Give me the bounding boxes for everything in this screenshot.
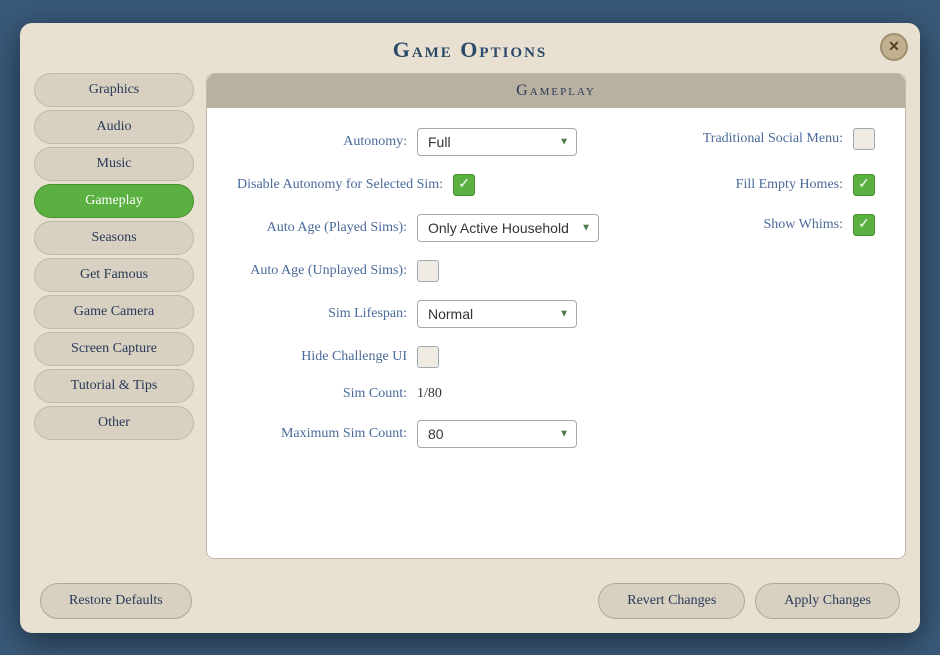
auto-age-played-select[interactable]: Only Active Household All Off [417,214,599,242]
hide-challenge-row: Hide Challenge UI [237,346,875,368]
traditional-social-label: Traditional Social Menu: [703,131,843,147]
disable-autonomy-checkbox[interactable]: ✓ [453,174,475,196]
show-whims-label: Show Whims: [764,217,843,233]
restore-defaults-button[interactable]: Restore Defaults [40,583,192,619]
col-left-disable: Disable Autonomy for Selected Sim: ✓ [237,174,635,196]
sim-lifespan-row: Sim Lifespan: Short Normal Long Epic [237,300,875,328]
col-right-fill: Fill Empty Homes: ✓ [635,174,875,196]
disable-autonomy-row: Disable Autonomy for Selected Sim: ✓ [237,174,635,196]
sim-count-value: 1/80 [417,386,442,402]
max-sim-count-select-wrapper: 10 20 40 80 100 150 200 [417,420,577,448]
footer-right: Revert Changes Apply Changes [598,583,900,619]
autonomy-select-wrapper: Full High Normal Low Off [417,128,577,156]
sidebar-item-tutorial-tips[interactable]: Tutorial & Tips [34,369,194,403]
auto-age-played-select-wrapper: Only Active Household All Off [417,214,599,242]
row-autonomy: Autonomy: Full High Normal Low Off [237,128,875,156]
col-right-autonomy: Traditional Social Menu: [635,128,875,156]
sidebar-item-seasons[interactable]: Seasons [34,221,194,255]
section-header: Gameplay [207,74,905,108]
hide-challenge-checkbox[interactable] [417,346,439,368]
dialog-title: Game Options [393,37,548,62]
row-disable-autonomy: Disable Autonomy for Selected Sim: ✓ Fil… [237,174,875,196]
col-right-whims: Show Whims: ✓ [635,214,875,242]
traditional-social-row: Traditional Social Menu: [635,128,875,150]
traditional-social-checkbox[interactable] [853,128,875,150]
sidebar-item-graphics[interactable]: Graphics [34,73,194,107]
sidebar-item-screen-capture[interactable]: Screen Capture [34,332,194,366]
max-sim-count-label: Maximum Sim Count: [237,426,407,442]
dialog-header: Game Options ✕ [20,23,920,73]
auto-age-played-label: Auto Age (Played Sims): [237,220,407,236]
auto-age-played-row: Auto Age (Played Sims): Only Active Hous… [237,214,635,242]
sidebar-item-get-famous[interactable]: Get Famous [34,258,194,292]
sim-lifespan-label: Sim Lifespan: [237,306,407,322]
autonomy-row: Autonomy: Full High Normal Low Off [237,128,635,156]
dialog-body: Graphics Audio Music Gameplay Seasons Ge… [20,73,920,573]
sim-count-label: Sim Count: [237,386,407,402]
hide-challenge-label: Hide Challenge UI [237,349,407,365]
sidebar-item-gameplay[interactable]: Gameplay [34,184,194,218]
sidebar-item-game-camera[interactable]: Game Camera [34,295,194,329]
sim-lifespan-select-wrapper: Short Normal Long Epic [417,300,577,328]
fill-empty-homes-row: Fill Empty Homes: ✓ [635,174,875,196]
game-options-dialog: Game Options ✕ Graphics Audio Music Game… [20,23,920,633]
show-whims-row: Show Whims: ✓ [635,214,875,236]
auto-age-unplayed-checkbox[interactable] [417,260,439,282]
disable-autonomy-label: Disable Autonomy for Selected Sim: [237,177,443,193]
max-sim-count-select[interactable]: 10 20 40 80 100 150 200 [417,420,577,448]
dialog-footer: Restore Defaults Revert Changes Apply Ch… [20,573,920,633]
sidebar-item-audio[interactable]: Audio [34,110,194,144]
sim-count-row: Sim Count: 1/80 [237,386,875,402]
show-whims-checkbox[interactable]: ✓ [853,214,875,236]
settings-area: Autonomy: Full High Normal Low Off [207,108,905,558]
sidebar-item-other[interactable]: Other [34,406,194,440]
sidebar: Graphics Audio Music Gameplay Seasons Ge… [34,73,194,559]
apply-changes-button[interactable]: Apply Changes [755,583,900,619]
sim-lifespan-select[interactable]: Short Normal Long Epic [417,300,577,328]
col-left-auto-age: Auto Age (Played Sims): Only Active Hous… [237,214,635,242]
fill-empty-homes-checkbox[interactable]: ✓ [853,174,875,196]
fill-empty-homes-label: Fill Empty Homes: [736,177,843,193]
max-sim-count-row: Maximum Sim Count: 10 20 40 80 100 150 2… [237,420,875,448]
autonomy-label: Autonomy: [237,134,407,150]
close-button[interactable]: ✕ [880,33,908,61]
row-auto-age-played: Auto Age (Played Sims): Only Active Hous… [237,214,875,242]
main-content: Gameplay Autonomy: Full High Normal [206,73,906,559]
auto-age-unplayed-row: Auto Age (Unplayed Sims): [237,260,875,282]
autonomy-select[interactable]: Full High Normal Low Off [417,128,577,156]
revert-changes-button[interactable]: Revert Changes [598,583,745,619]
sidebar-item-music[interactable]: Music [34,147,194,181]
col-left-autonomy: Autonomy: Full High Normal Low Off [237,128,635,156]
auto-age-unplayed-label: Auto Age (Unplayed Sims): [237,263,407,279]
